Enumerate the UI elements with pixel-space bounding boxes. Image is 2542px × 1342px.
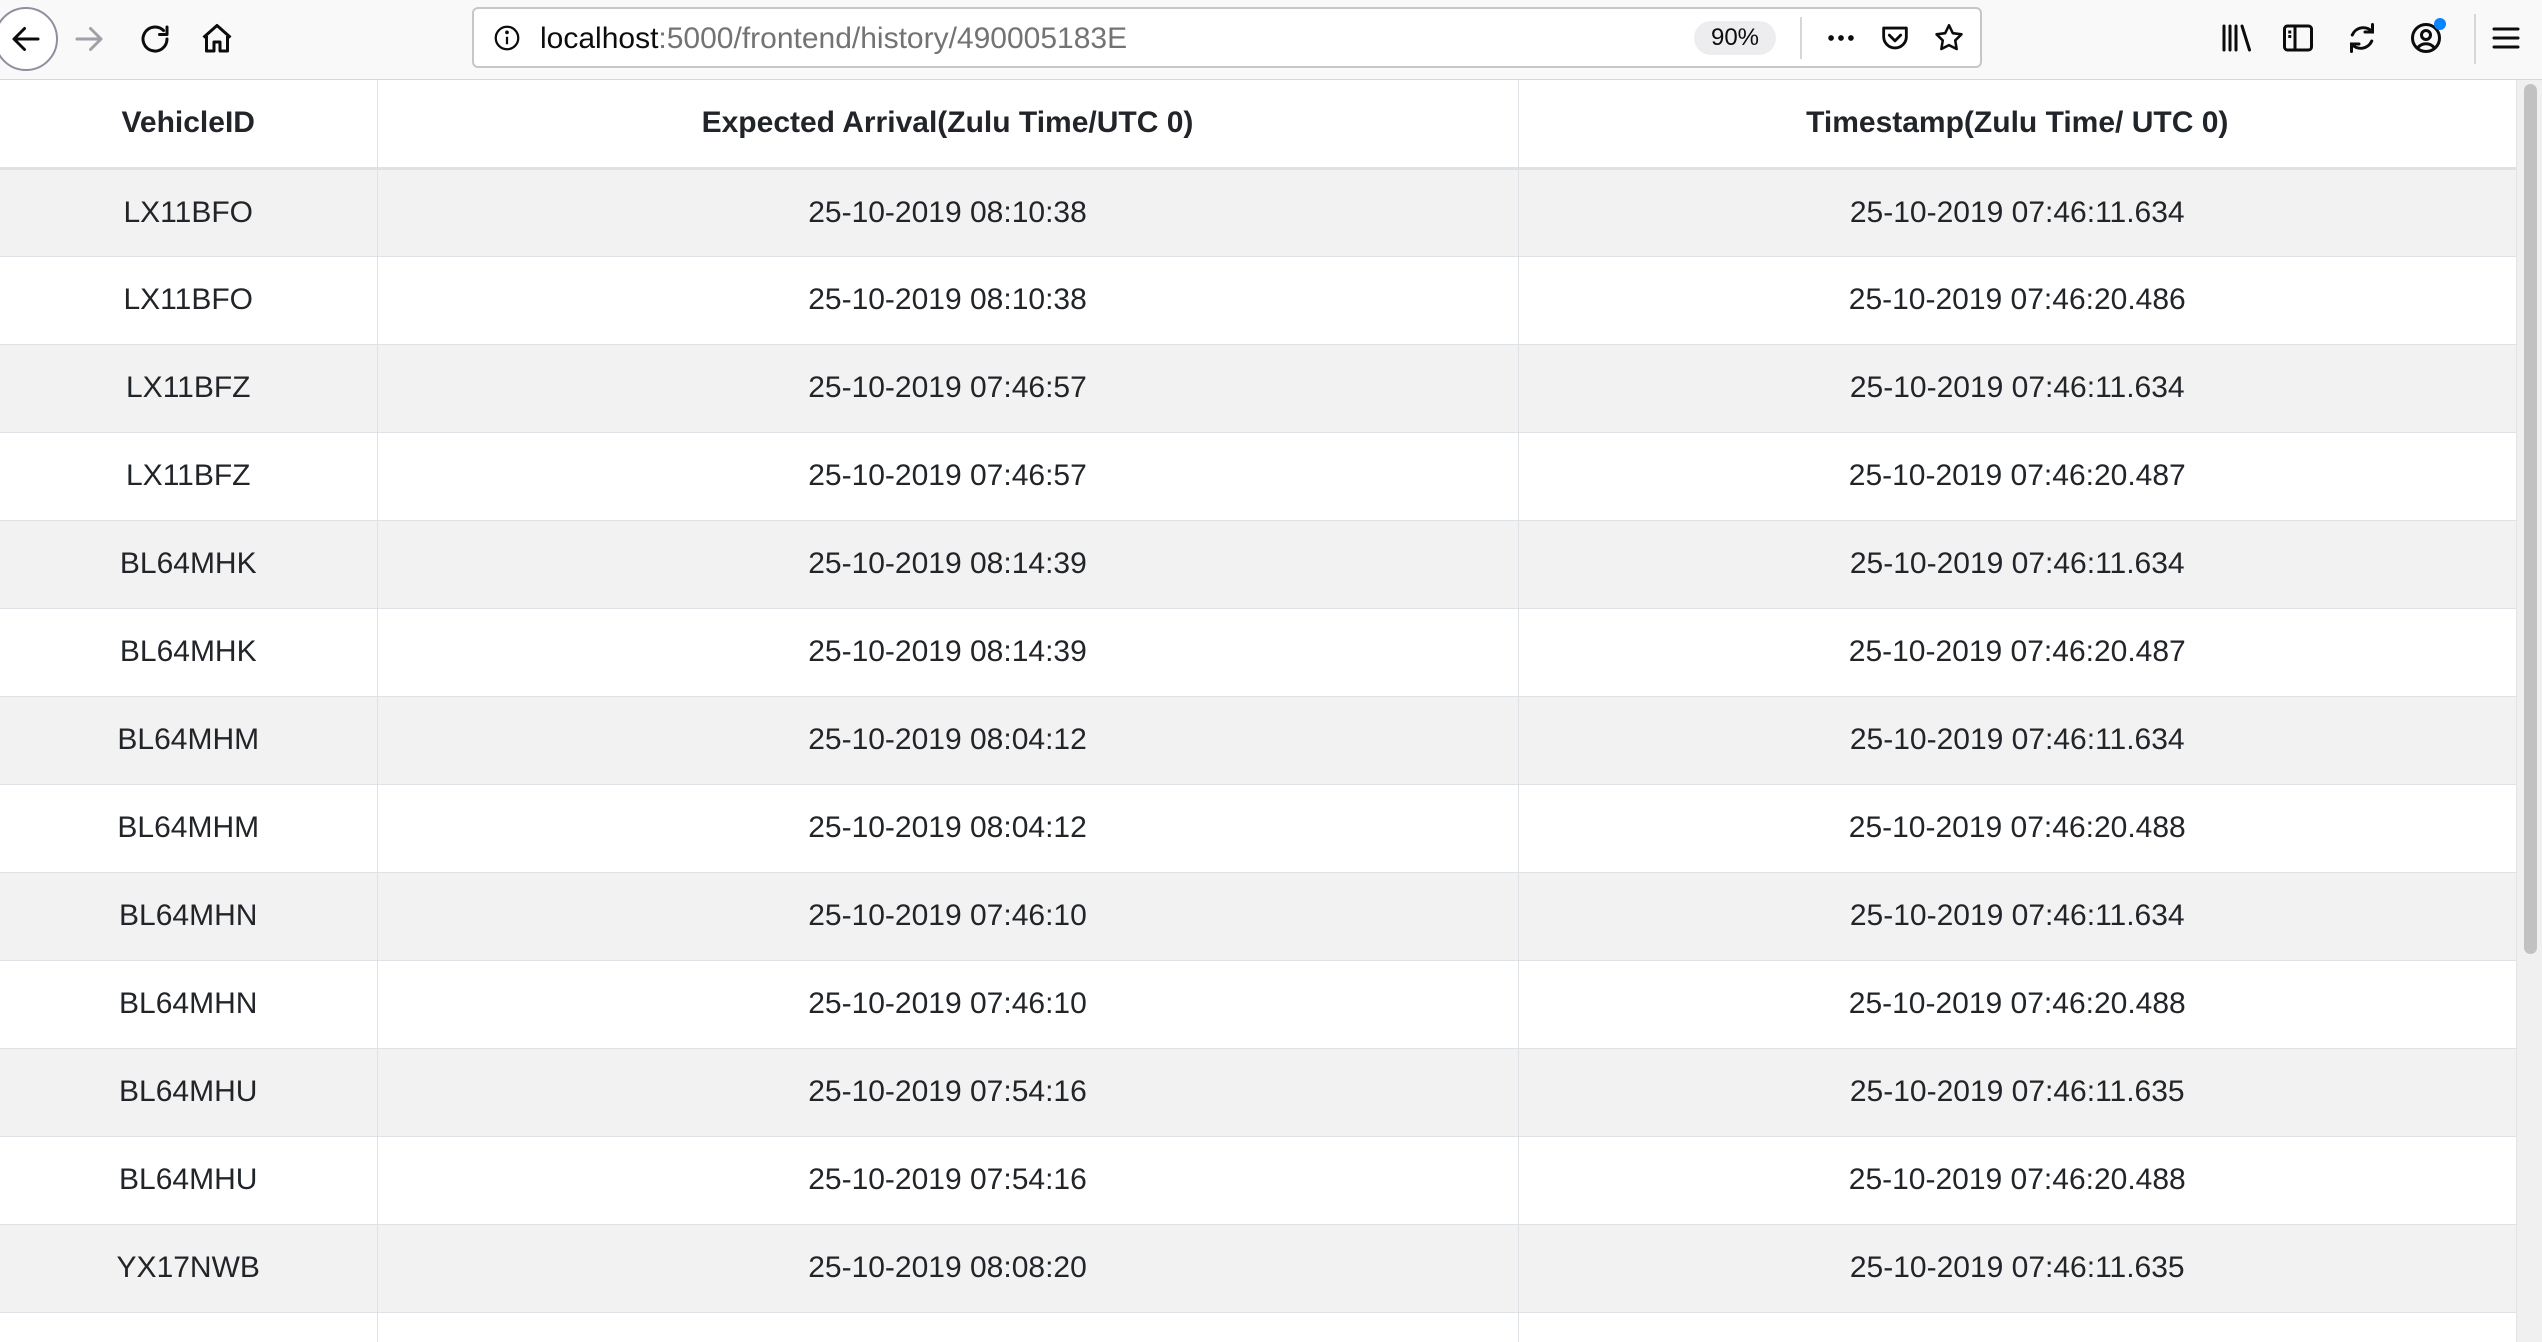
cell-timestamp: 25-10-2019 07:46:11.634 (1518, 695, 2516, 784)
pocket-icon[interactable] (1874, 17, 1916, 59)
info-icon[interactable] (490, 21, 524, 55)
forward-button[interactable] (58, 8, 120, 70)
history-table: VehicleID Expected Arrival(Zulu Time/UTC… (0, 80, 2516, 1342)
cell-expected-arrival: 25-10-2019 07:46:10 (377, 871, 1519, 960)
column-header-expected-arrival[interactable]: Expected Arrival(Zulu Time/UTC 0) (377, 80, 1519, 170)
table-row: BL64MHN 25-10-2019 07:46:10 25-10-2019 07:… (0, 871, 2516, 960)
table-row: BL64MHM 25-10-2019 08:04:12 25-10-2019 07:… (0, 783, 2516, 872)
cell-vehicle-id: LX11BFZ (0, 431, 378, 520)
table-row: LX11BFZ 25-10-2019 07:46:57 25-10-2019 07:… (0, 431, 2516, 520)
cell-timestamp: 25-10-2019 07:46:11.635 (1518, 1047, 2516, 1136)
url-path: :5000/frontend/history/490005183E (658, 22, 1128, 55)
page-scrollbar[interactable] (2516, 80, 2542, 1342)
table-row (0, 1311, 2516, 1342)
cell-vehicle-id: BL64MHK (0, 519, 378, 608)
cell-expected-arrival: 25-10-2019 08:04:12 (377, 695, 1519, 784)
more-dots-icon[interactable] (1820, 17, 1862, 59)
cell-vehicle-id: BL64MHM (0, 695, 378, 784)
url-text[interactable]: localhost:5000/frontend/history/49000518… (540, 22, 1127, 56)
cell-timestamp: 25-10-2019 07:46:11.634 (1518, 167, 2516, 256)
star-icon[interactable] (1928, 17, 1970, 59)
home-button[interactable] (186, 8, 248, 70)
table-row: LX11BFO 25-10-2019 08:10:38 25-10-2019 07:… (0, 167, 2516, 256)
table-row: BL64MHN 25-10-2019 07:46:10 25-10-2019 07:… (0, 959, 2516, 1048)
cell-timestamp (1518, 1311, 2516, 1342)
cell-timestamp: 25-10-2019 07:46:20.488 (1518, 1135, 2516, 1224)
home-icon (202, 24, 232, 53)
cell-timestamp: 25-10-2019 07:46:20.487 (1518, 607, 2516, 696)
table-row: BL64MHM 25-10-2019 08:04:12 25-10-2019 07:… (0, 695, 2516, 784)
table-row: LX11BFO 25-10-2019 08:10:38 25-10-2019 07:… (0, 255, 2516, 344)
column-header-timestamp[interactable]: Timestamp(Zulu Time/ UTC 0) (1518, 80, 2516, 170)
table-row: YX17NWB 25-10-2019 08:08:20 25-10-2019 07:… (0, 1223, 2516, 1312)
sidebar-icon[interactable] (2276, 16, 2320, 60)
page-content: VehicleID Expected Arrival(Zulu Time/UTC… (0, 80, 2516, 1342)
cell-vehicle-id: LX11BFO (0, 255, 378, 344)
cell-vehicle-id: LX11BFZ (0, 343, 378, 432)
cell-timestamp: 25-10-2019 07:46:11.634 (1518, 519, 2516, 608)
table-row: BL64MHK 25-10-2019 08:14:39 25-10-2019 07:… (0, 519, 2516, 608)
cell-expected-arrival (377, 1311, 1519, 1342)
cell-expected-arrival: 25-10-2019 08:14:39 (377, 607, 1519, 696)
forward-arrow-icon (75, 27, 103, 51)
cell-timestamp: 25-10-2019 07:46:11.634 (1518, 343, 2516, 432)
library-icon[interactable] (2214, 16, 2258, 60)
back-button[interactable] (0, 7, 58, 71)
cell-expected-arrival: 25-10-2019 08:10:38 (377, 255, 1519, 344)
cell-vehicle-id: BL64MHN (0, 871, 378, 960)
cell-expected-arrival: 25-10-2019 08:10:38 (377, 167, 1519, 256)
cell-expected-arrival: 25-10-2019 07:54:16 (377, 1047, 1519, 1136)
cell-vehicle-id: BL64MHU (0, 1047, 378, 1136)
table-body: LX11BFO 25-10-2019 08:10:38 25-10-2019 07:… (0, 167, 2516, 1342)
reload-icon (141, 25, 169, 53)
toolbar-divider (2474, 14, 2476, 64)
cell-timestamp: 25-10-2019 07:46:20.486 (1518, 255, 2516, 344)
table-row: BL64MHU 25-10-2019 07:54:16 25-10-2019 07:… (0, 1135, 2516, 1224)
hamburger-menu-icon[interactable] (2484, 16, 2528, 60)
table-row: LX11BFZ 25-10-2019 07:46:57 25-10-2019 07:… (0, 343, 2516, 432)
browser-toolbar: localhost:5000/frontend/history/49000518… (0, 0, 2542, 80)
scrollbar-thumb[interactable] (2524, 84, 2537, 954)
cell-vehicle-id: YX17NWB (0, 1223, 378, 1312)
cell-vehicle-id: BL64MHU (0, 1135, 378, 1224)
cell-expected-arrival: 25-10-2019 07:46:57 (377, 431, 1519, 520)
cell-timestamp: 25-10-2019 07:46:11.635 (1518, 1223, 2516, 1312)
cell-expected-arrival: 25-10-2019 08:04:12 (377, 783, 1519, 872)
url-host: localhost (540, 22, 659, 55)
reload-button[interactable] (124, 8, 186, 70)
cell-expected-arrival: 25-10-2019 08:08:20 (377, 1223, 1519, 1312)
cell-expected-arrival: 25-10-2019 07:54:16 (377, 1135, 1519, 1224)
cell-timestamp: 25-10-2019 07:46:20.488 (1518, 959, 2516, 1048)
table-row: BL64MHU 25-10-2019 07:54:16 25-10-2019 07:… (0, 1047, 2516, 1136)
cell-vehicle-id: BL64MHK (0, 607, 378, 696)
cell-expected-arrival: 25-10-2019 08:14:39 (377, 519, 1519, 608)
cell-vehicle-id: BL64MHM (0, 783, 378, 872)
table-row: BL64MHK 25-10-2019 08:14:39 25-10-2019 07:… (0, 607, 2516, 696)
account-icon[interactable] (2404, 16, 2448, 60)
zoom-level-badge[interactable]: 90% (1694, 21, 1776, 55)
cell-vehicle-id: LX11BFO (0, 167, 378, 256)
sync-icon[interactable] (2340, 16, 2384, 60)
column-header-vehicle-id[interactable]: VehicleID (0, 80, 378, 170)
table-header-row: VehicleID Expected Arrival(Zulu Time/UTC… (0, 80, 2516, 170)
back-arrow-icon (12, 27, 40, 51)
cell-timestamp: 25-10-2019 07:46:20.487 (1518, 431, 2516, 520)
cell-timestamp: 25-10-2019 07:46:11.634 (1518, 871, 2516, 960)
cell-timestamp: 25-10-2019 07:46:20.488 (1518, 783, 2516, 872)
url-divider (1800, 17, 1802, 59)
cell-expected-arrival: 25-10-2019 07:46:57 (377, 343, 1519, 432)
table-header: VehicleID Expected Arrival(Zulu Time/UTC… (0, 80, 2516, 170)
cell-vehicle-id: BL64MHN (0, 959, 378, 1048)
address-bar[interactable]: localhost:5000/frontend/history/49000518… (472, 7, 1982, 68)
cell-vehicle-id (0, 1311, 378, 1342)
cell-expected-arrival: 25-10-2019 07:46:10 (377, 959, 1519, 1048)
account-notification-dot (2434, 18, 2446, 30)
